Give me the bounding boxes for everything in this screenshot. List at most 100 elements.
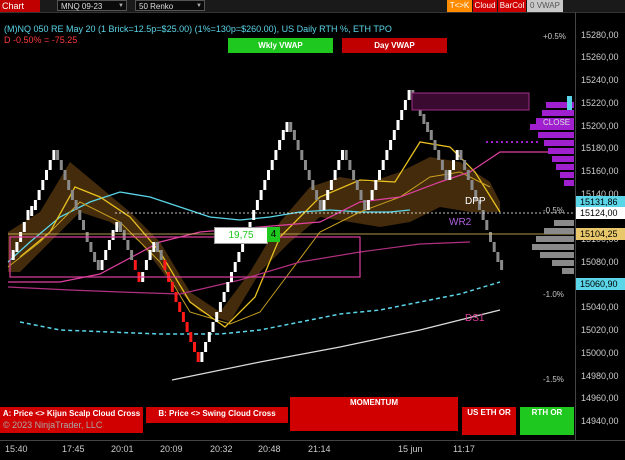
renko-brick <box>111 230 115 240</box>
renko-brick <box>370 190 374 200</box>
bar-type-selector[interactable]: 50 Renko ▼ <box>135 0 205 11</box>
time-tick: 11:17 <box>453 444 475 454</box>
renko-brick <box>56 150 60 160</box>
time-tick: 15:40 <box>5 444 28 454</box>
volume-profile-bar <box>532 244 574 250</box>
renko-brick <box>259 190 263 200</box>
renko-brick <box>67 180 71 190</box>
day-vwap-button[interactable]: Day VWAP <box>342 38 447 53</box>
percent-label: -0.5% <box>543 206 564 215</box>
renko-brick <box>300 150 304 160</box>
price-tick: 15180,00 <box>581 143 619 153</box>
renko-brick <box>78 210 82 220</box>
renko-brick <box>144 260 148 270</box>
renko-brick <box>292 130 296 140</box>
renko-brick <box>133 260 137 270</box>
renko-brick <box>255 200 259 210</box>
time-axis[interactable]: 15:40 17:45 20:01 20:09 20:32 20:48 21:1… <box>0 440 625 460</box>
price-tick: 15040,00 <box>581 302 619 312</box>
cloud-toggle-button[interactable]: Cloud <box>473 0 497 12</box>
tpo-value-area-box <box>9 236 361 278</box>
pivot-band-lower <box>7 241 471 295</box>
renko-brick <box>41 180 45 190</box>
dpp-label: DPP <box>465 196 486 207</box>
renko-brick <box>296 140 300 150</box>
profile-marker <box>567 96 572 110</box>
momentum-button[interactable]: MOMENTUM <box>290 397 458 431</box>
chevron-down-icon: ▼ <box>196 3 202 9</box>
renko-brick <box>311 180 315 190</box>
wkly-vwap-button[interactable]: Wkly VWAP <box>228 38 333 53</box>
renko-brick <box>466 170 470 180</box>
price-tick: 15200,00 <box>581 121 619 131</box>
renko-brick <box>426 122 430 132</box>
signal-b-button[interactable]: B: Price <> Swing Cloud Cross <box>146 407 288 423</box>
volume-profile-bar <box>556 164 574 170</box>
renko-brick <box>74 200 78 210</box>
renko-brick <box>204 342 208 352</box>
price-tick: 14980,00 <box>581 371 619 381</box>
renko-brick <box>130 250 134 260</box>
instrument-selector[interactable]: MNQ 09-23 ▼ <box>57 0 127 11</box>
kijun-price-tag: 15104,25 <box>576 228 625 240</box>
renko-brick <box>237 252 241 262</box>
renko-brick <box>37 190 41 200</box>
renko-brick <box>485 220 489 230</box>
price-axis[interactable]: 15280,00 15260,00 15240,00 15220,00 1520… <box>575 12 625 440</box>
renko-brick <box>82 220 85 230</box>
barcol-toggle-button[interactable]: BarCol <box>498 0 526 12</box>
renko-brick <box>378 170 381 180</box>
renko-brick <box>374 180 378 190</box>
renko-brick <box>437 150 441 160</box>
volume-profile-bar <box>538 132 574 138</box>
chart-tab[interactable]: Chart <box>0 0 40 12</box>
value-box: 19,75 <box>214 227 268 244</box>
renko-brick <box>270 160 274 170</box>
renko-brick <box>352 170 356 180</box>
renko-brick <box>440 160 444 170</box>
renko-brick <box>185 322 189 332</box>
volume-profile-bar <box>552 260 574 266</box>
price-tick: 15000,00 <box>581 348 619 358</box>
renko-brick <box>407 90 411 100</box>
renko-brick <box>63 170 67 180</box>
renko-brick <box>492 242 496 252</box>
tenkan-kijun-toggle-button[interactable]: T<>K <box>447 0 472 12</box>
price-tick: 15020,00 <box>581 325 619 335</box>
volume-profile-bar <box>544 140 574 146</box>
renko-brick <box>222 292 226 302</box>
renko-brick <box>233 262 237 272</box>
renko-brick <box>196 352 200 362</box>
renko-brick <box>289 122 293 132</box>
renko-brick <box>452 160 455 170</box>
renko-brick <box>93 252 97 262</box>
renko-brick <box>355 180 359 190</box>
renko-brick <box>396 120 400 130</box>
renko-brick <box>11 250 15 260</box>
renko-brick <box>45 170 48 180</box>
renko-brick <box>22 222 26 232</box>
vwap-toggle-button[interactable]: 0 VWAP <box>527 0 563 12</box>
close-label: CLOSE <box>543 118 571 127</box>
renko-brick <box>148 250 152 260</box>
renko-brick <box>366 200 370 210</box>
renko-brick <box>444 170 448 180</box>
chart-plot-area[interactable] <box>0 12 574 440</box>
renko-brick <box>26 210 30 220</box>
renko-brick <box>252 210 256 220</box>
copyright-label: © 2023 NinjaTrader, LLC <box>3 420 103 430</box>
renko-brick <box>218 302 222 312</box>
rth-or-button[interactable]: RTH OR <box>520 407 574 435</box>
volume-profile-bar <box>542 110 574 116</box>
time-tick: 20:32 <box>210 444 233 454</box>
chevron-down-icon: ▼ <box>118 3 124 9</box>
renko-brick <box>278 140 282 150</box>
renko-brick <box>403 100 407 110</box>
renko-brick <box>448 170 452 180</box>
us-eth-or-button[interactable]: US ETH OR <box>462 407 516 435</box>
time-tick: 20:09 <box>160 444 183 454</box>
volume-profile-bar <box>564 180 574 186</box>
renko-brick <box>274 150 278 160</box>
renko-brick <box>285 122 289 132</box>
percent-label: -1.0% <box>543 290 564 299</box>
